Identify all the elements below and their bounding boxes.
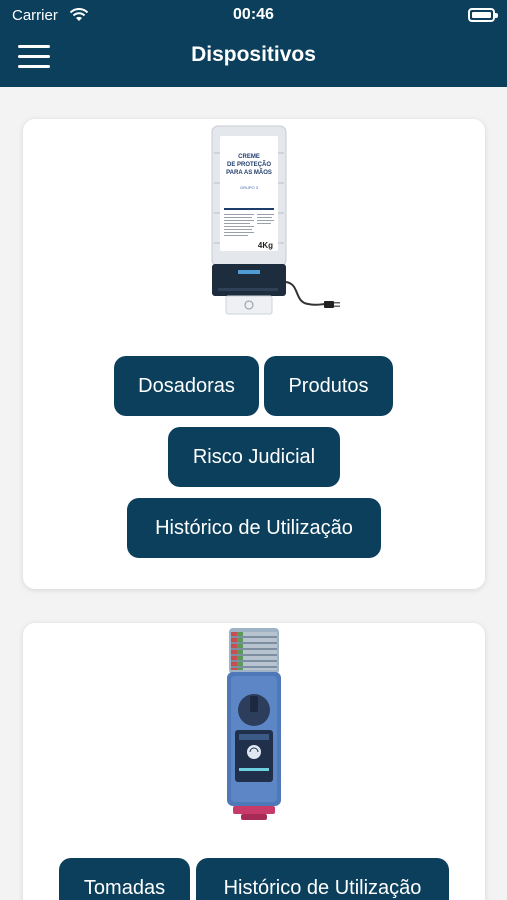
produtos-button[interactable]: Produtos [264,356,393,416]
tomadas-button[interactable]: Tomadas [59,858,190,900]
label-line-2: DE PROTEÇÃO [227,161,271,168]
battery-icon [468,8,498,22]
tomadas-button-label: Tomadas [83,876,166,899]
produtos-button-label: Produtos [288,374,369,397]
historico-utilizacao-button[interactable]: Histórico de Utilização [127,498,381,558]
status-bar: Carrier 00:46 [0,0,507,30]
dispenser-image: CREME DE PROTEÇÃO PARA AS MÃOS GRUPO 3 4… [211,125,340,315]
label-weight: 4Kg [258,241,273,250]
socket-image [227,628,281,820]
risco-judicial-button[interactable]: Risco Judicial [168,427,340,487]
dosadoras-button-label: Dosadoras [138,374,235,397]
clock: 00:46 [233,6,274,23]
device-card-dosadoras: CREME DE PROTEÇÃO PARA AS MÃOS GRUPO 3 4… [23,119,485,589]
label-line-1: CREME [238,154,260,160]
historico-utilizacao-tomadas-button-label: Histórico de Utilização [223,876,422,899]
label-line-3: PARA AS MÃOS [226,169,272,176]
device-card-tomadas: Tomadas Histórico de Utilização [23,623,485,900]
app-header: Carrier 00:46 Dispositivos [0,0,507,87]
historico-utilizacao-tomadas-button[interactable]: Histórico de Utilização [196,858,449,900]
historico-utilizacao-button-label: Histórico de Utilização [155,516,353,539]
dosadoras-button[interactable]: Dosadoras [114,356,259,416]
page-title: Dispositivos [191,43,316,66]
risco-judicial-button-label: Risco Judicial [192,445,316,468]
label-group: GRUPO 3 [240,185,259,190]
